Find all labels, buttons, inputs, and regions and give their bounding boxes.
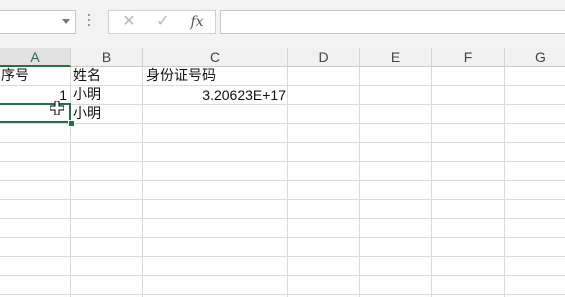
formula-buttons: ✕ ✓ fx bbox=[108, 10, 216, 34]
column-header-a[interactable]: A bbox=[0, 48, 71, 67]
fill-handle[interactable] bbox=[68, 120, 75, 127]
cell-c2[interactable]: 3.20623E+17 bbox=[146, 86, 286, 105]
column-header-e[interactable]: E bbox=[360, 48, 432, 67]
cancel-icon[interactable]: ✕ bbox=[111, 11, 147, 33]
cell-a1[interactable]: 序号 bbox=[1, 67, 29, 86]
column-header-g[interactable]: G bbox=[505, 48, 565, 67]
name-box[interactable] bbox=[0, 10, 76, 34]
cell-b2[interactable]: 小明 bbox=[73, 86, 101, 105]
column-header-c[interactable]: C bbox=[143, 48, 288, 67]
column-header-d[interactable]: D bbox=[288, 48, 360, 67]
formula-input[interactable] bbox=[220, 10, 565, 34]
fill-cross-cursor-icon bbox=[50, 101, 64, 115]
formula-bar-area: ✕ ✓ fx bbox=[0, 0, 565, 48]
enter-icon[interactable]: ✓ bbox=[145, 11, 181, 33]
cell-b1[interactable]: 姓名 bbox=[73, 67, 101, 86]
drag-handle-icon[interactable] bbox=[88, 14, 91, 30]
chevron-down-icon[interactable] bbox=[62, 19, 70, 24]
column-header-b[interactable]: B bbox=[71, 48, 143, 67]
column-header-f[interactable]: F bbox=[432, 48, 505, 67]
cell-b3[interactable]: 小明 bbox=[73, 105, 101, 124]
cell-c1[interactable]: 身份证号码 bbox=[146, 67, 216, 86]
insert-function-icon[interactable]: fx bbox=[179, 11, 215, 33]
